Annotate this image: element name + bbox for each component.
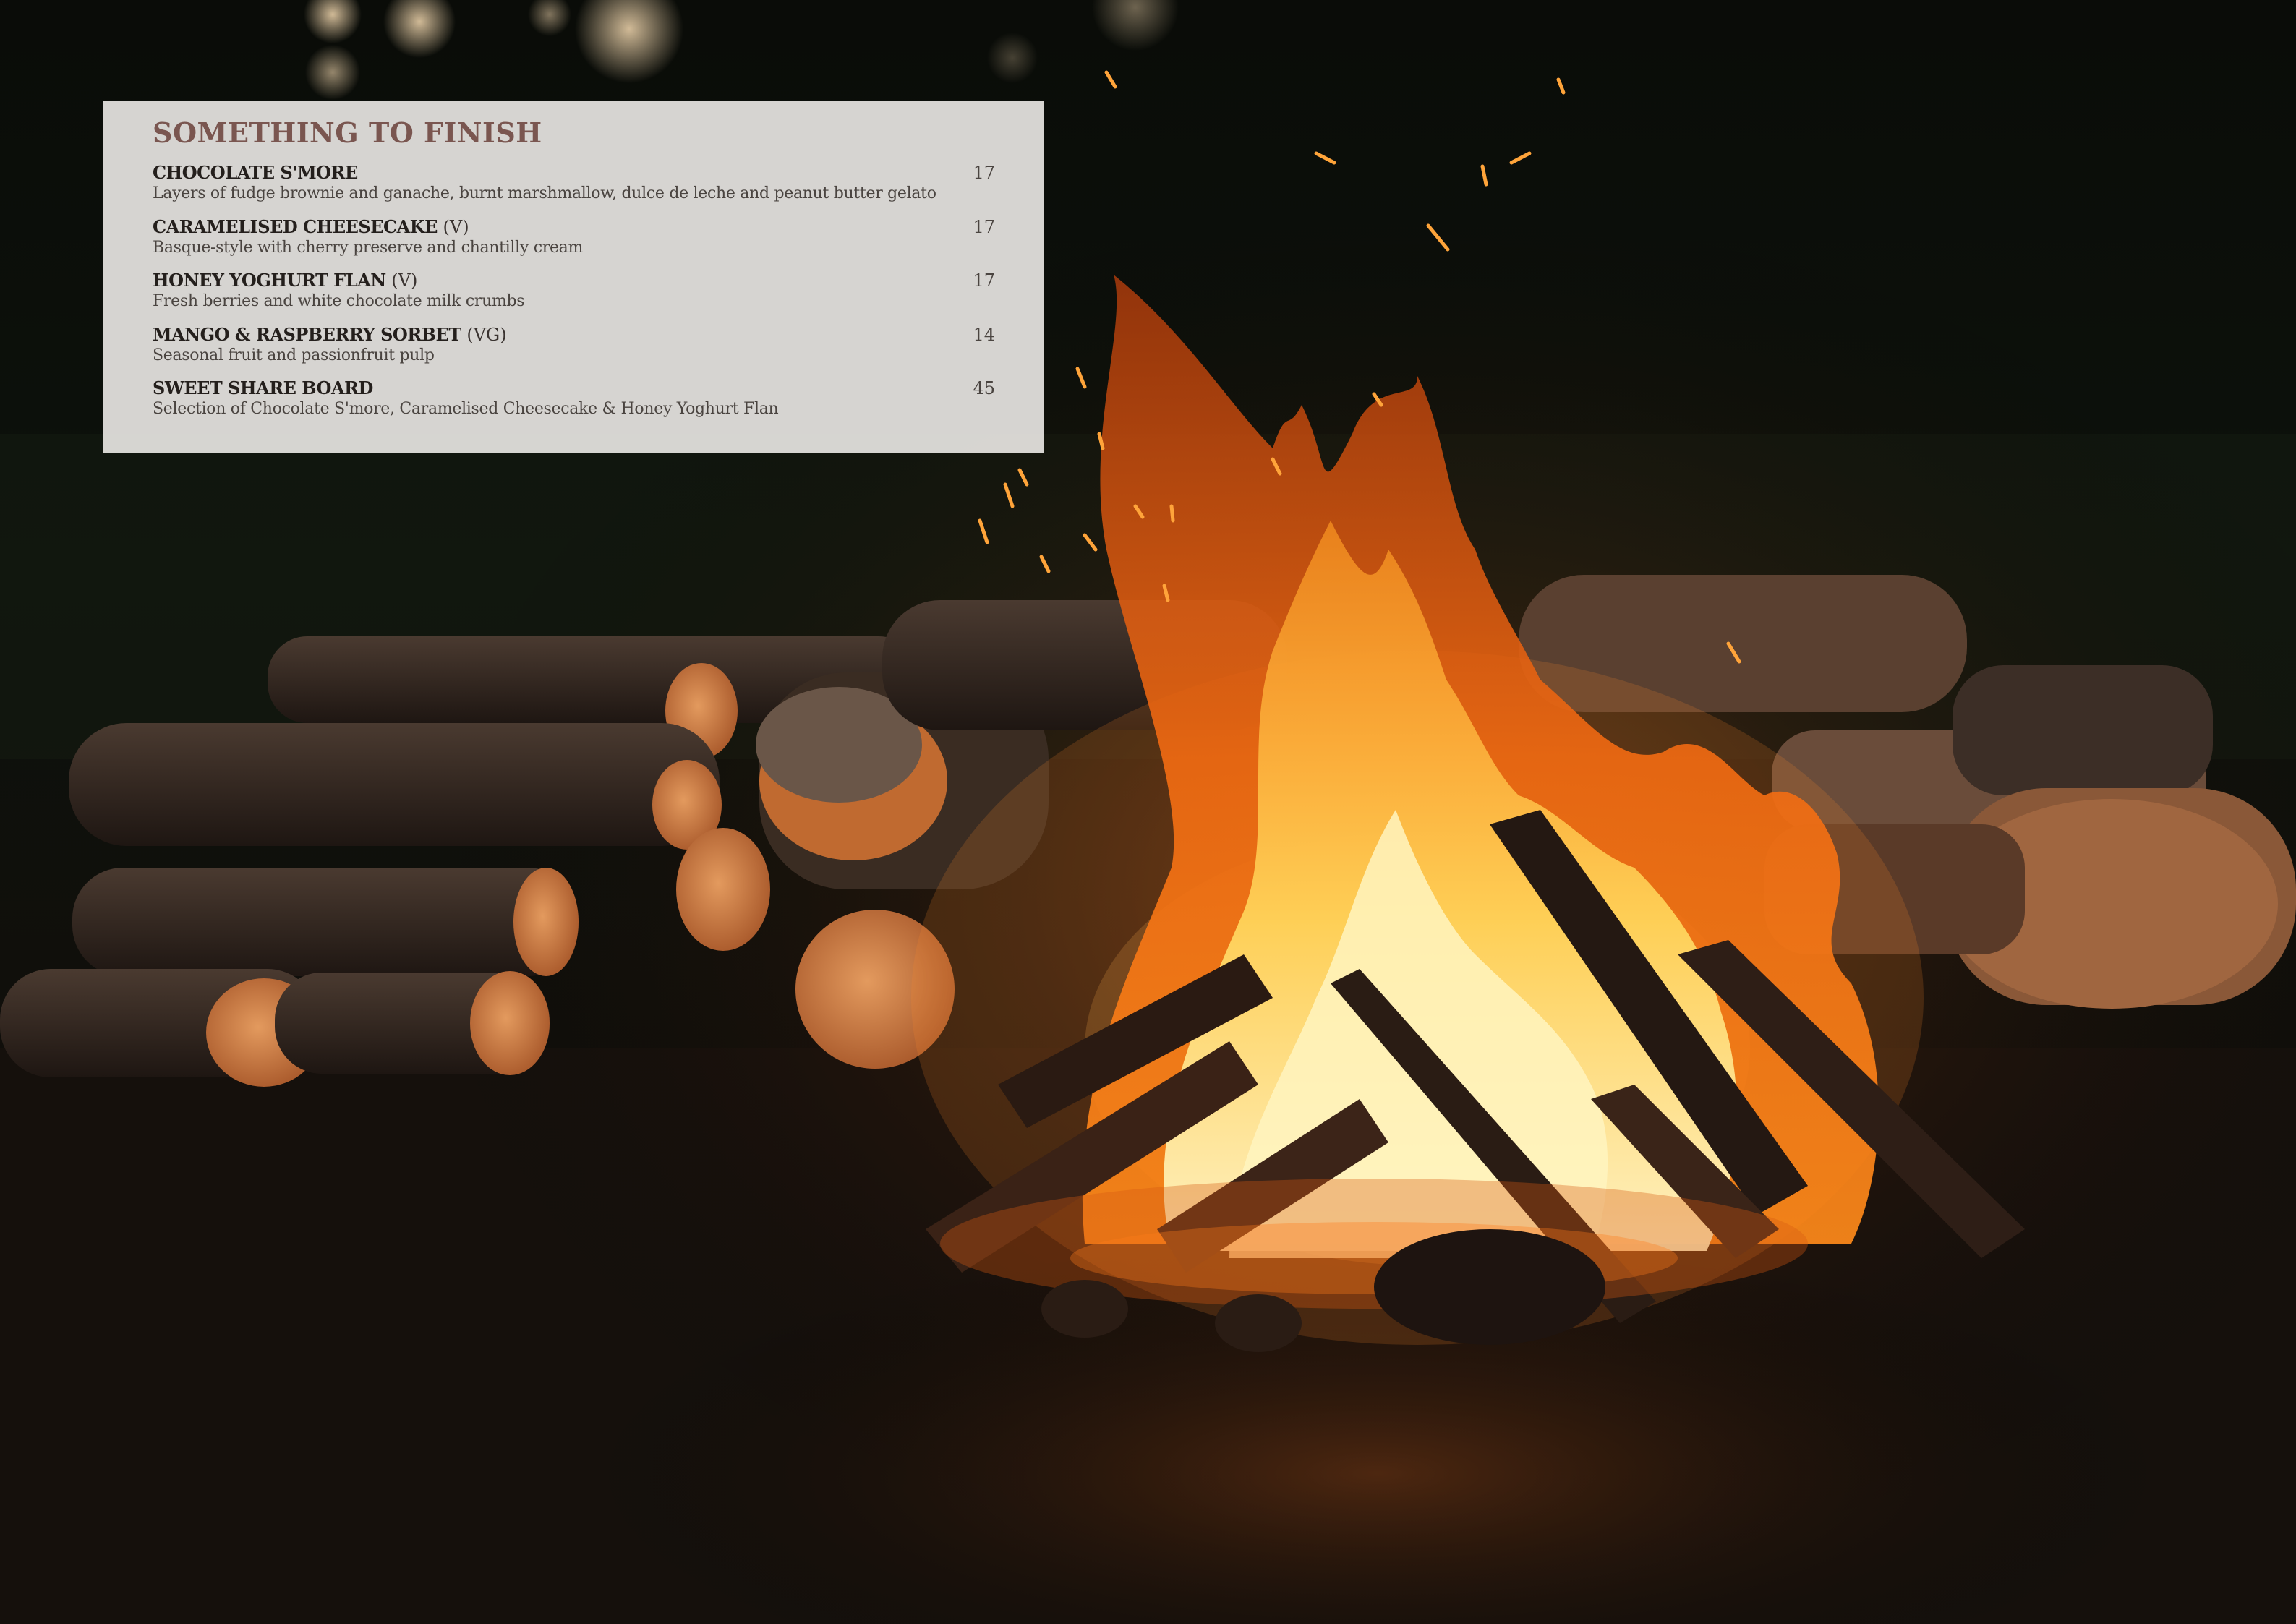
- menu-item-dietary-tag: (V): [443, 216, 469, 237]
- menu-item-description: Seasonal fruit and passionfruit pulp: [153, 346, 435, 364]
- menu-item: CHOCOLATE S'MORE Layers of fudge brownie…: [153, 162, 995, 216]
- menu-item-price: 45: [973, 378, 995, 398]
- menu-item: MANGO & RASPBERRY SORBET (VG) Seasonal f…: [153, 324, 995, 378]
- menu-item-name: MANGO & RASPBERRY SORBET: [153, 323, 461, 345]
- menu-item-name: CHOCOLATE S'MORE: [153, 162, 358, 183]
- menu-item-name: SWEET SHARE BOARD: [153, 377, 373, 398]
- menu-item: CARAMELISED CHEESECAKE (V) Basque-style …: [153, 216, 995, 270]
- menu-item-name: CARAMELISED CHEESECAKE: [153, 215, 438, 237]
- menu-item-price: 17: [973, 163, 995, 183]
- dessert-menu-card: SOMETHING TO FINISH CHOCOLATE S'MORE Lay…: [103, 101, 1044, 453]
- menu-item-price: 17: [973, 270, 995, 291]
- menu-item-description: Selection of Chocolate S'more, Caramelis…: [153, 400, 779, 418]
- menu-item-price: 17: [973, 216, 995, 237]
- menu-item-description: Fresh berries and white chocolate milk c…: [153, 292, 525, 310]
- menu-item-list: CHOCOLATE S'MORE Layers of fudge brownie…: [153, 162, 995, 432]
- menu-item-description: Layers of fudge brownie and ganache, bur…: [153, 184, 936, 202]
- menu-item-dietary-tag: (VG): [466, 324, 507, 345]
- menu-item-name: HONEY YOGHURT FLAN: [153, 270, 386, 291]
- menu-item: HONEY YOGHURT FLAN (V) Fresh berries and…: [153, 270, 995, 324]
- menu-item: SWEET SHARE BOARD Selection of Chocolate…: [153, 377, 995, 432]
- menu-item-price: 14: [973, 324, 995, 345]
- menu-section-title: SOMETHING TO FINISH: [153, 116, 542, 149]
- menu-item-description: Basque-style with cherry preserve and ch…: [153, 238, 584, 257]
- menu-item-dietary-tag: (V): [391, 270, 418, 291]
- menu-page: SOMETHING TO FINISH CHOCOLATE S'MORE Lay…: [0, 0, 2296, 1624]
